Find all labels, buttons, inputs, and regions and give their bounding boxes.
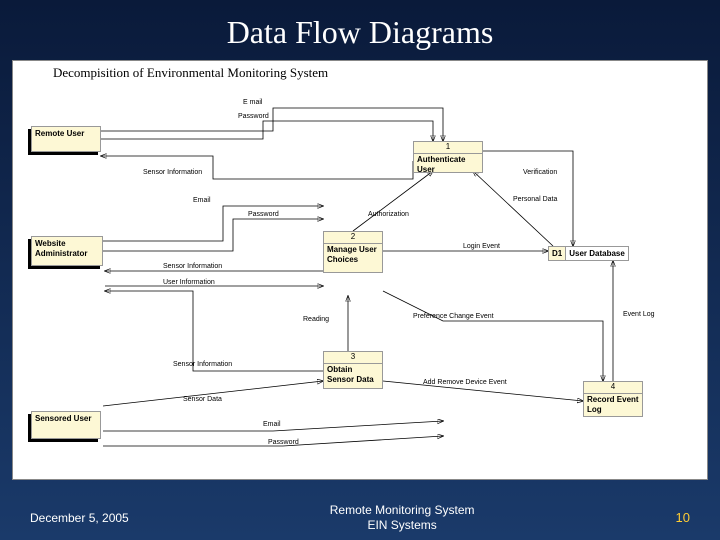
flow-event-log: Event Log [623,311,655,318]
diagram-canvas: Decompisition of Environmental Monitorin… [12,60,708,480]
process-obtain-sensor-data: 3 Obtain Sensor Data [323,351,383,389]
entity-label: Website Administrator [35,239,87,258]
process-number: 2 [324,232,382,244]
flow-preference-change: Preference Change Event [413,313,494,320]
footer-date: December 5, 2005 [30,511,129,525]
process-label: Obtain Sensor Data [327,365,374,384]
flow-authorization: Authorization [368,211,409,218]
footer-line2: EIN Systems [330,518,475,532]
flow-password: Password [238,113,269,120]
diagram-title: Decompisition of Environmental Monitorin… [53,65,328,81]
process-number: 1 [414,142,482,154]
flow-reading: Reading [303,316,329,323]
slide-title: Data Flow Diagrams [0,0,720,59]
process-label: Authenticate User [417,155,465,174]
flow-verification: Verification [523,169,557,176]
process-number: 4 [584,382,642,394]
entity-remote-user: Remote User [31,126,101,152]
flow-sensor-data: Sensor Data [183,396,222,403]
flow-email: Email [193,197,211,204]
datastore-user-database: D1 User Database [548,246,629,261]
process-label: Record Event Log [587,395,639,414]
flow-sensor-info: Sensor Information [163,263,222,270]
datastore-label: User Database [566,246,629,261]
flow-email: E mail [243,99,262,106]
process-number: 3 [324,352,382,364]
flow-user-info: User Information [163,279,215,286]
process-authenticate-user: 1 Authenticate User [413,141,483,173]
flow-password: Password [268,439,299,446]
process-label: Manage User Choices [327,245,377,264]
flow-add-remove: Add Remove Device Event [423,379,507,386]
datastore-id: D1 [548,246,566,261]
flow-personal-data: Personal Data [513,196,557,203]
flow-password: Password [248,211,279,218]
footer-line1: Remote Monitoring System [330,503,475,517]
flow-login-event: Login Event [463,243,500,250]
process-manage-user-choices: 2 Manage User Choices [323,231,383,273]
entity-label: Remote User [35,129,84,138]
flow-email: Email [263,421,281,428]
process-record-event-log: 4 Record Event Log [583,381,643,417]
entity-website-admin: Website Administrator [31,236,103,266]
footer-center: Remote Monitoring System EIN Systems [330,503,475,532]
flow-sensor-info: Sensor Information [143,169,202,176]
entity-sensored-user: Sensored User [31,411,101,439]
slide-footer: December 5, 2005 Remote Monitoring Syste… [0,503,720,532]
flow-sensor-info: Sensor Information [173,361,232,368]
entity-label: Sensored User [35,414,91,423]
footer-page-number: 10 [676,510,690,525]
